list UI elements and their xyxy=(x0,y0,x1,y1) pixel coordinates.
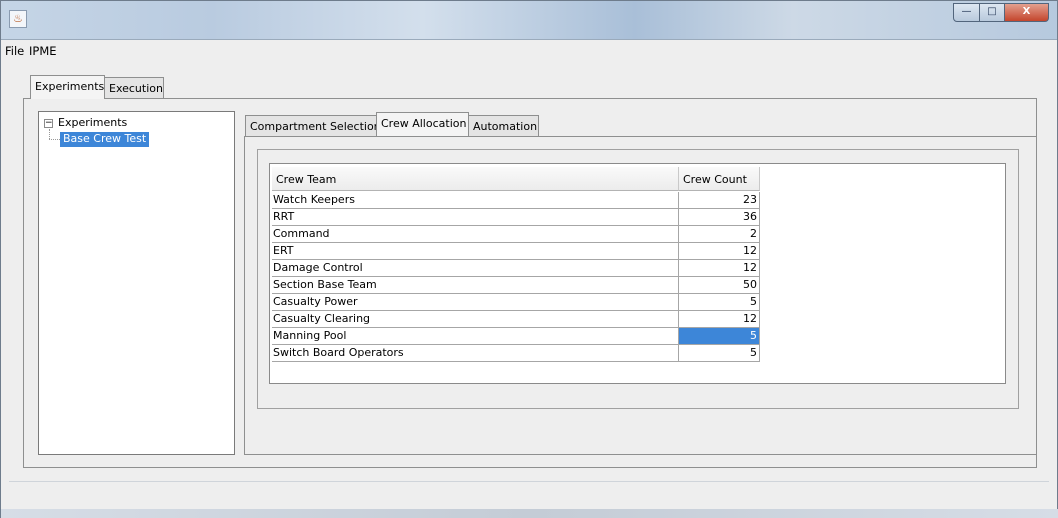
crew-count-cell[interactable]: 5 xyxy=(679,294,760,311)
crew-count-cell[interactable]: 12 xyxy=(679,311,760,328)
table-row[interactable]: Damage Control 12 xyxy=(272,260,760,277)
tree-connector xyxy=(49,139,60,140)
taskbar-edge xyxy=(1,509,1058,518)
close-button[interactable]: X xyxy=(1005,3,1049,22)
tree-connector xyxy=(49,129,50,139)
table-row[interactable]: Command 2 xyxy=(272,226,760,243)
collapse-icon[interactable]: − xyxy=(44,119,53,128)
crew-count-cell[interactable]: 50 xyxy=(679,277,760,294)
crew-team-cell[interactable]: Switch Board Operators xyxy=(272,345,679,362)
crew-team-cell[interactable]: Section Base Team xyxy=(272,277,679,294)
menu-file[interactable]: File xyxy=(5,44,24,58)
table-row[interactable]: ERT 12 xyxy=(272,243,760,260)
table-row[interactable]: Casualty Power 5 xyxy=(272,294,760,311)
crew-count-cell[interactable]: 23 xyxy=(679,192,760,209)
crew-team-cell[interactable]: Manning Pool xyxy=(272,328,679,345)
status-area-divider xyxy=(9,481,1049,482)
application-window: ♨ — □ X File IPME Experiments Execution … xyxy=(0,0,1058,518)
menu-bar: File IPME xyxy=(1,41,1057,60)
crew-count-cell-selected[interactable]: 5 xyxy=(679,328,760,345)
window-controls: — □ X xyxy=(953,3,1049,22)
table-row[interactable]: Watch Keepers 23 xyxy=(272,192,760,209)
tab-automation[interactable]: Automation xyxy=(468,115,539,137)
crew-team-cell[interactable]: ERT xyxy=(272,243,679,260)
table-row[interactable]: Section Base Team 50 xyxy=(272,277,760,294)
tree-item-base-crew-test[interactable]: Base Crew Test xyxy=(60,132,150,147)
tab-execution[interactable]: Execution xyxy=(104,77,164,99)
menu-ipme[interactable]: IPME xyxy=(29,44,57,58)
crew-count-cell[interactable]: 12 xyxy=(679,260,760,277)
experiment-tree[interactable]: − Experiments Base Crew Test xyxy=(38,111,235,455)
crew-count-cell[interactable]: 12 xyxy=(679,243,760,260)
crew-count-cell[interactable]: 36 xyxy=(679,209,760,226)
column-header-crew-team[interactable]: Crew Team xyxy=(272,167,679,191)
table-row[interactable]: Manning Pool 5 xyxy=(272,328,760,345)
crew-team-cell[interactable]: Damage Control xyxy=(272,260,679,277)
java-app-icon[interactable]: ♨ xyxy=(9,10,27,28)
table-row[interactable]: Casualty Clearing 12 xyxy=(272,311,760,328)
crew-team-cell[interactable]: Watch Keepers xyxy=(272,192,679,209)
title-bar[interactable]: ♨ — □ X xyxy=(1,1,1057,40)
crew-team-cell[interactable]: Casualty Clearing xyxy=(272,311,679,328)
table-row[interactable]: Switch Board Operators 5 xyxy=(272,345,760,362)
tab-compartment-selection[interactable]: Compartment Selection xyxy=(245,115,381,137)
tree-root-experiments[interactable]: Experiments xyxy=(58,116,127,129)
tab-experiments[interactable]: Experiments xyxy=(30,75,105,99)
minimize-button[interactable]: — xyxy=(953,3,980,22)
tab-crew-allocation[interactable]: Crew Allocation xyxy=(376,112,469,136)
crew-team-cell[interactable]: Command xyxy=(272,226,679,243)
table-row[interactable]: RRT 36 xyxy=(272,209,760,226)
maximize-button[interactable]: □ xyxy=(980,3,1005,22)
crew-team-cell[interactable]: RRT xyxy=(272,209,679,226)
crew-count-cell[interactable]: 2 xyxy=(679,226,760,243)
crew-count-cell[interactable]: 5 xyxy=(679,345,760,362)
crew-team-cell[interactable]: Casualty Power xyxy=(272,294,679,311)
column-header-crew-count[interactable]: Crew Count xyxy=(679,167,760,191)
